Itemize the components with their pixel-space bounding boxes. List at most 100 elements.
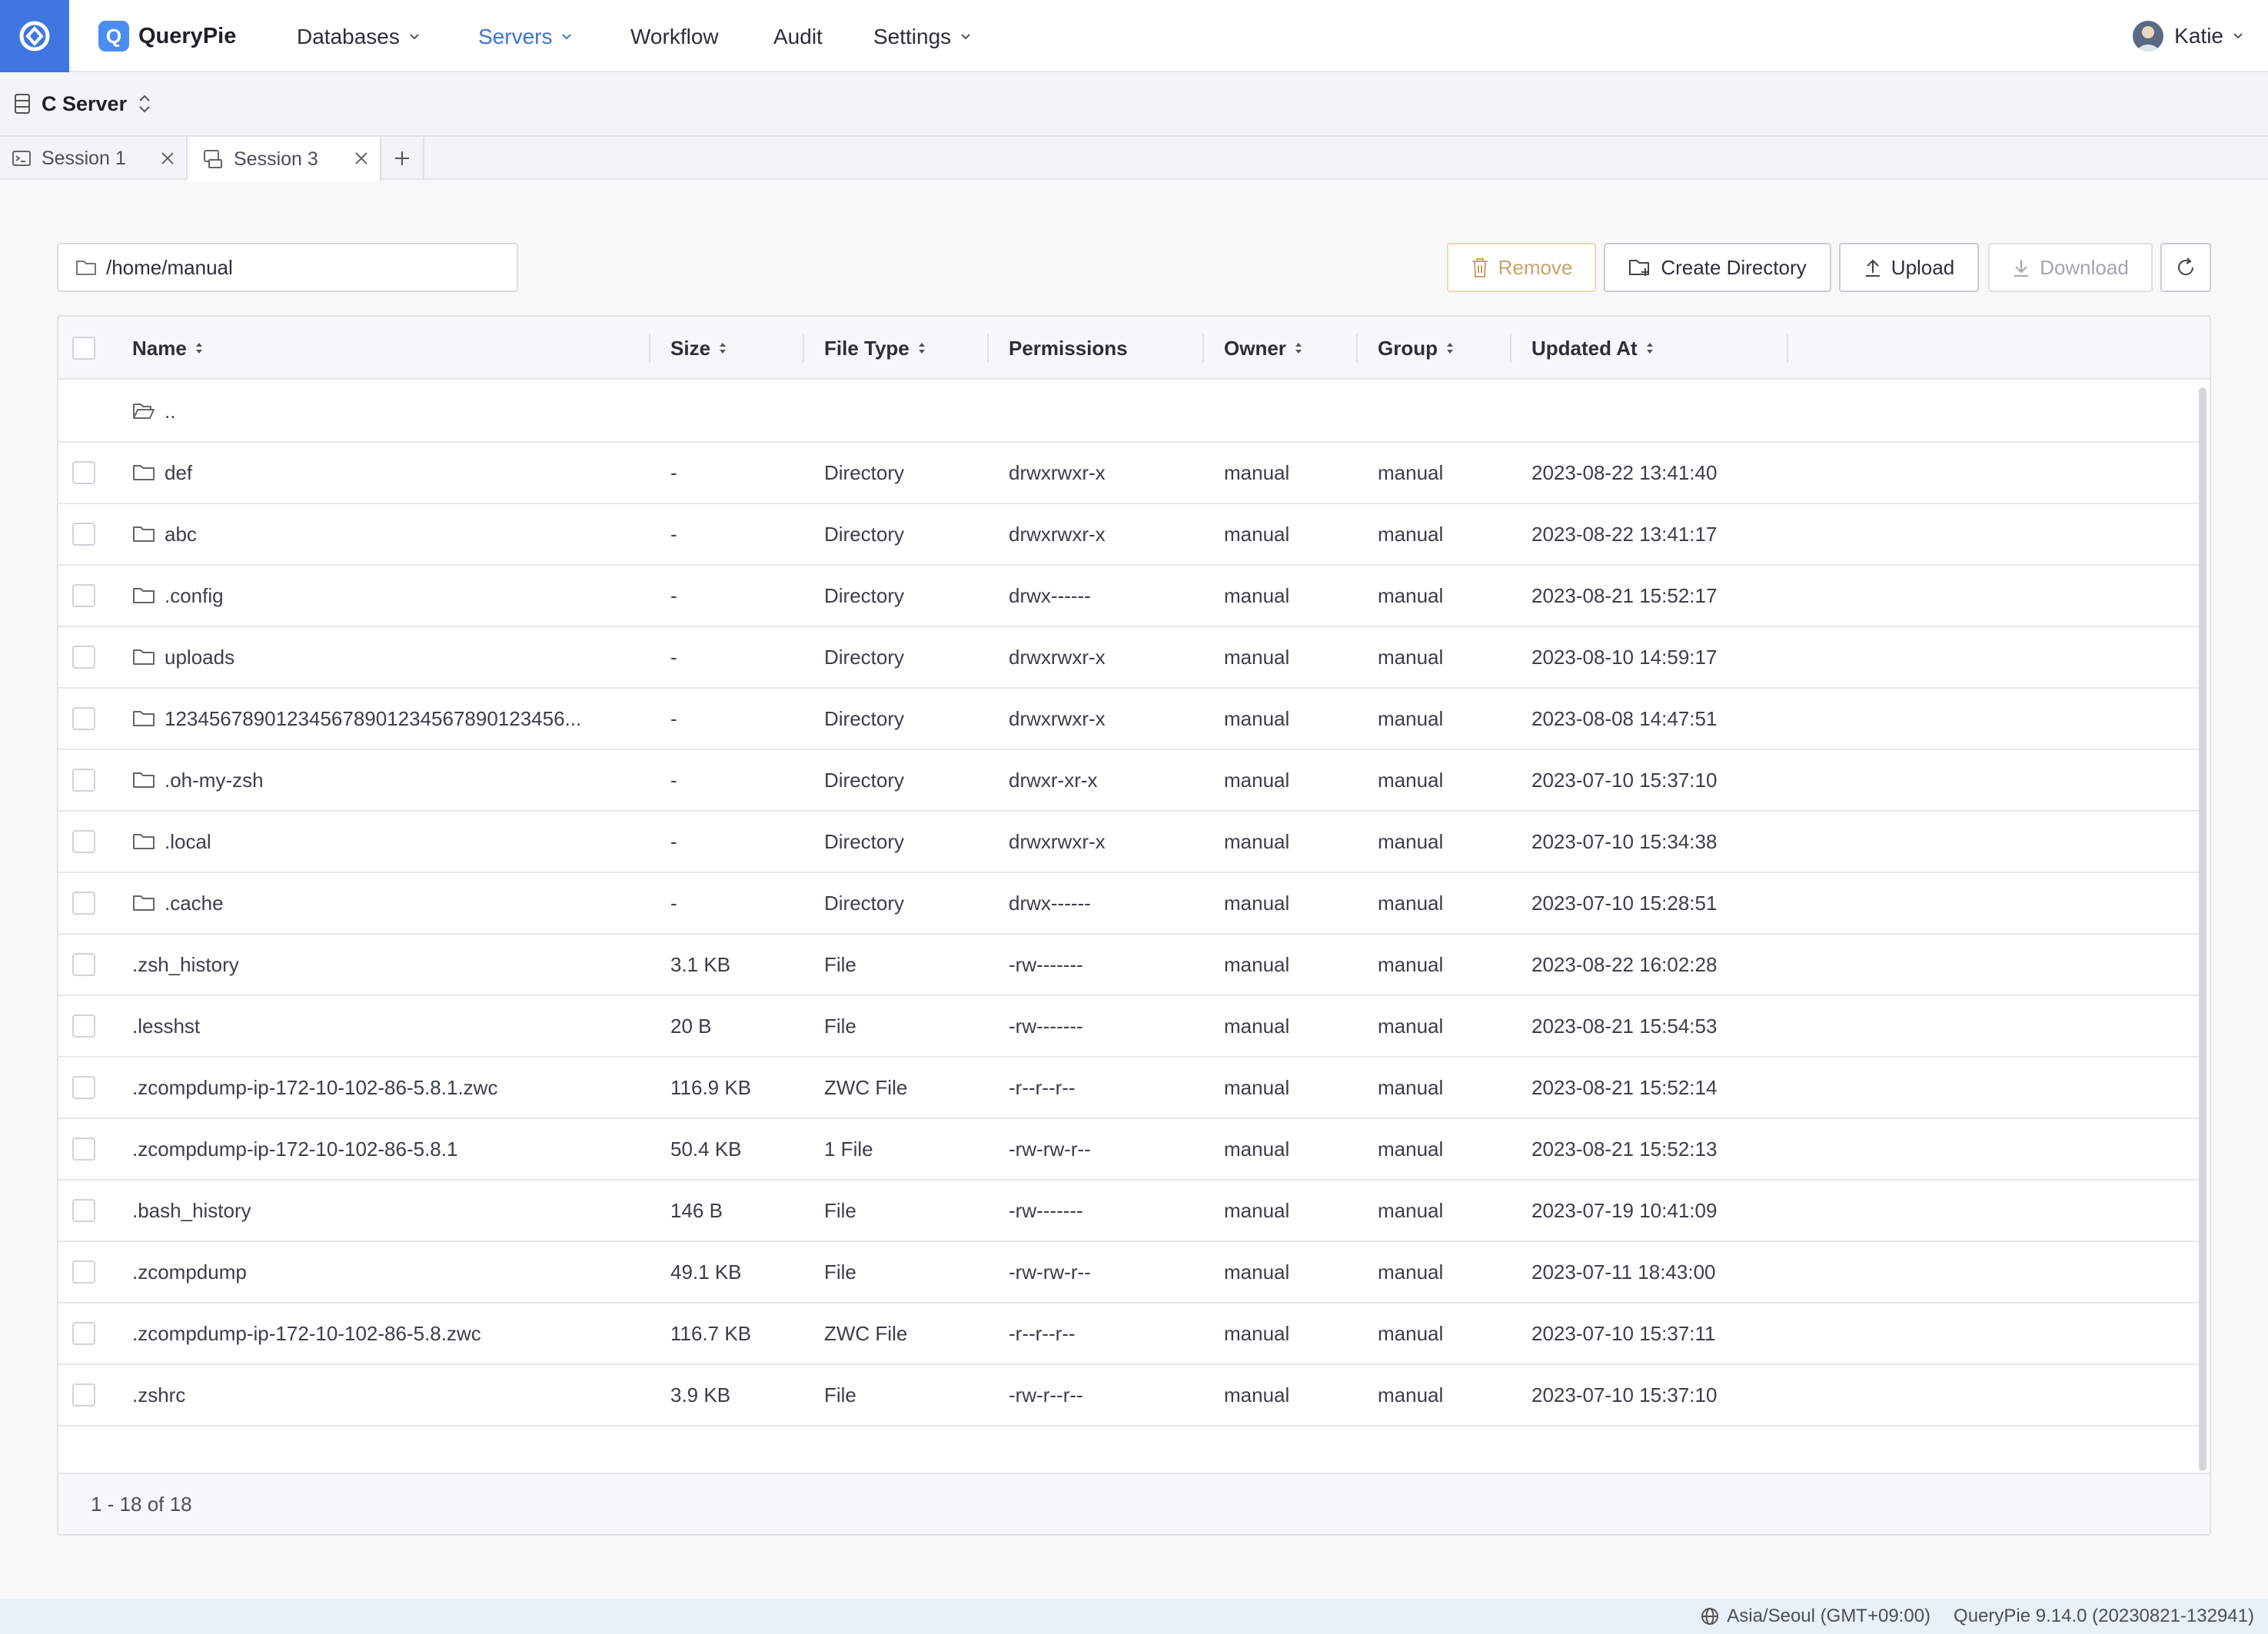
row-checkbox[interactable] [72,830,95,853]
table-row[interactable]: def - Directory drwxrwxr-x manual manual 2023-… [58,443,2199,504]
remove-button[interactable]: Remove [1447,243,1596,292]
table-row[interactable]: .local - Directory drwxrwxr-x manual manual 20… [58,812,2199,873]
row-checkbox[interactable] [72,646,95,669]
nav-settings-label: Settings [873,25,952,48]
cell-permissions: drwxrwxr-x [1009,522,1106,546]
timezone[interactable]: Asia/Seoul (GMT+09:00) [1701,1606,1930,1627]
row-checkbox[interactable] [72,1199,95,1222]
row-checkbox[interactable] [72,1076,95,1099]
table-row[interactable]: 123456789012345678901234567890123456... -… [58,689,2199,750]
cell-name[interactable]: .zcompdump-ip-172-10-102-86-5.8.zwc [132,1304,481,1363]
cell-name[interactable]: .lesshst [132,996,200,1056]
nav-audit[interactable]: Audit [773,22,823,52]
user-name: Katie [2174,24,2223,48]
path-input[interactable]: /home/manual [57,243,518,292]
row-checkbox[interactable] [72,523,95,546]
table-row[interactable]: .cache - Directory drwx------ manual manual 20… [58,873,2199,935]
nav-settings[interactable]: Settings [873,22,971,52]
cell-name[interactable]: uploads [132,627,234,687]
close-icon[interactable] [354,151,369,166]
row-checkbox[interactable] [72,461,95,484]
cell-name[interactable]: abc [132,504,197,564]
create-directory-button[interactable]: Create Directory [1604,243,1831,292]
table-row[interactable]: .lesshst 20 B File -rw------- manual manual 20… [58,996,2199,1058]
cell-file-type: Directory [824,768,905,792]
column-updated-at[interactable]: Updated At [1531,317,1654,380]
download-button[interactable]: Download [1988,243,2153,292]
cell-updated-at: 2023-08-22 13:41:17 [1531,522,1718,546]
tab-session-1[interactable]: Session 1 [0,137,188,180]
cell-name[interactable]: def [132,443,192,503]
table-row[interactable]: .zcompdump 49.1 KB File -rw-rw-r-- manual man… [58,1242,2199,1304]
parent-directory-row[interactable]: .. [58,381,2199,443]
refresh-button[interactable] [2160,243,2211,292]
close-icon[interactable] [160,151,175,166]
tab-label: Session 1 [42,147,126,169]
row-checkbox[interactable] [72,892,95,915]
cell-size: 20 B [670,1014,712,1038]
column-size[interactable]: Size [670,317,727,380]
table-row[interactable]: .zcompdump-ip-172-10-102-86-5.8.zwc 116.7… [58,1304,2199,1365]
column-label: Name [132,336,187,360]
add-tab-button[interactable] [381,137,424,180]
select-all-checkbox[interactable] [72,317,95,380]
brand[interactable]: Q QueryPie [98,20,236,52]
nav-workflow[interactable]: Workflow [630,22,719,52]
cell-owner: manual [1224,1321,1290,1345]
folder-name: .config [165,583,224,607]
table-row[interactable]: .zcompdump-ip-172-10-102-86-5.8.1 50.4 KB… [58,1119,2199,1181]
cell-group: manual [1378,1383,1444,1407]
user-menu[interactable]: Katie [2133,18,2243,54]
cell-name[interactable]: .zcompdump-ip-172-10-102-86-5.8.1.zwc [132,1058,497,1118]
cell-permissions: drwxrwxr-x [1009,460,1106,484]
cell-file-type: Directory [824,583,905,607]
upload-button[interactable]: Upload [1839,243,1979,292]
cell-name[interactable]: 123456789012345678901234567890123456... [132,689,581,749]
column-label: Group [1378,336,1438,360]
row-checkbox[interactable] [72,1322,95,1345]
folder-name: def [165,460,193,484]
row-checkbox[interactable] [72,1137,95,1161]
cell-name[interactable]: .cache [132,873,224,933]
table-row[interactable]: .zcompdump-ip-172-10-102-86-5.8.1.zwc 116… [58,1058,2199,1119]
home-button[interactable] [0,0,69,72]
column-file-type[interactable]: File Type [824,317,926,380]
table-row[interactable]: abc - Directory drwxrwxr-x manual manual 2023-… [58,504,2199,566]
server-switch-icon[interactable] [138,93,151,115]
table-row[interactable]: .oh-my-zsh - Directory drwxr-xr-x manual manu… [58,750,2199,812]
table-row[interactable]: .bash_history 146 B File -rw------- manual ma… [58,1181,2199,1242]
row-checkbox[interactable] [72,1383,95,1407]
cell-size: - [670,829,677,853]
nav-servers[interactable]: Servers [478,22,572,52]
row-checkbox[interactable] [72,953,95,976]
row-checkbox[interactable] [72,769,95,792]
cell-name[interactable]: .zcompdump-ip-172-10-102-86-5.8.1 [132,1119,457,1179]
row-checkbox[interactable] [72,707,95,730]
cell-name[interactable]: .zsh_history [132,935,239,995]
table-row[interactable]: .config - Directory drwx------ manual manual 2… [58,566,2199,627]
column-owner[interactable]: Owner [1224,317,1303,380]
table-row[interactable]: .zshrc 3.9 KB File -rw-r--r-- manual manual 20… [58,1365,2199,1426]
cell-name[interactable]: .bash_history [132,1181,251,1240]
nav-workflow-label: Workflow [630,25,719,48]
cell-name[interactable]: .local [132,812,211,872]
trash-icon [1472,258,1488,277]
cell-name[interactable]: .config [132,566,224,626]
column-group[interactable]: Group [1378,317,1455,380]
cell-name[interactable]: .zcompdump [132,1242,247,1302]
tab-session-3[interactable]: Session 3 [188,137,381,181]
column-name[interactable]: Name [132,317,204,380]
row-checkbox[interactable] [72,1260,95,1284]
table-row[interactable]: .zsh_history 3.1 KB File -rw------- manual ma… [58,935,2199,996]
cell-owner: manual [1224,645,1290,669]
cell-name[interactable]: .oh-my-zsh [132,750,264,810]
cell-permissions: -rw------- [1009,1014,1083,1038]
scrollbar[interactable] [2199,387,2206,1471]
cell-group: manual [1378,1321,1444,1345]
column-label: File Type [824,336,910,360]
table-row[interactable]: uploads - Directory drwxrwxr-x manual manual 2… [58,627,2199,689]
row-checkbox[interactable] [72,1015,95,1038]
row-checkbox[interactable] [72,584,95,607]
cell-name[interactable]: .zshrc [132,1365,185,1425]
nav-databases[interactable]: Databases [297,22,420,52]
